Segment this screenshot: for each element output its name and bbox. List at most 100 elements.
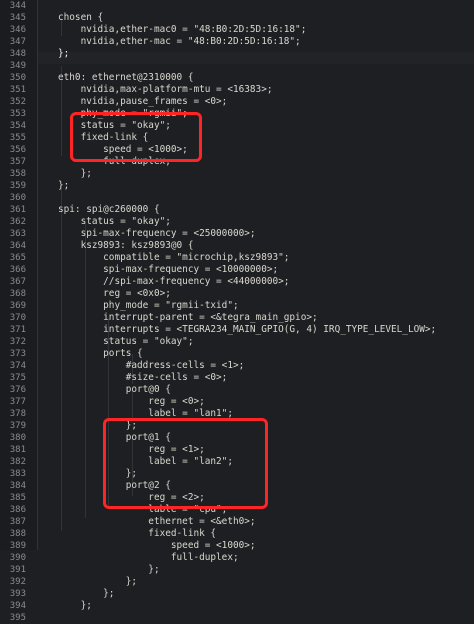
line-number: 360 (9, 193, 26, 203)
code-text: ports { (58, 348, 143, 359)
code-text: label = "lan1"; (58, 408, 233, 419)
indent-guide (37, 0, 38, 550)
code-text: nvidia,ether-mac = "48:B0:2D:5D:16:18"; (58, 36, 301, 47)
line-number: 352 (9, 97, 26, 107)
code-text: }; (58, 168, 92, 179)
current-line-highlight (38, 52, 474, 64)
line-number: 395 (9, 613, 26, 623)
code-text: spi-max-frequency = <10000000>; (58, 264, 279, 275)
line-number: 376 (9, 385, 26, 395)
line-number: 359 (9, 181, 26, 191)
code-text: chosen { (58, 12, 104, 23)
code-text: #address-cells = <1>; (58, 360, 245, 371)
code-text: nvidia,ether-mac0 = "48:B0:2D:5D:16:18"; (58, 24, 307, 35)
line-number: 357 (9, 157, 26, 167)
line-number: 391 (9, 565, 26, 575)
code-text: }; (58, 420, 138, 431)
code-text: interrupt-parent = <&tegra_main_gpio>; (58, 312, 318, 323)
code-text: spi-max-frequency = <25000000>; (58, 228, 256, 239)
line-number: 374 (9, 361, 26, 371)
line-number: 356 (9, 145, 26, 155)
code-text: //spi-max-frequency = <44000000>; (58, 276, 290, 287)
line-number: 363 (9, 229, 26, 239)
line-number: 355 (9, 133, 26, 143)
line-number: 378 (9, 409, 26, 419)
line-number: 380 (9, 433, 26, 443)
line-number: 377 (9, 397, 26, 407)
line-number: 373 (9, 349, 26, 359)
code-text: spi: spi@c260000 { (58, 204, 160, 215)
line-number: 371 (9, 325, 26, 335)
code-text: nvidia,max-platform-mtu = <16383>; (58, 84, 273, 95)
line-number: 365 (9, 253, 26, 263)
line-number: 392 (9, 577, 26, 587)
code-text: reg = <0x0>; (58, 288, 171, 299)
line-number: 389 (9, 541, 26, 551)
code-text: status = "okay"; (58, 216, 171, 227)
code-text: }; (58, 180, 70, 191)
code-text: interrupts = <TEGRA234_MAIN_GPIO(G, 4) I… (58, 324, 437, 335)
code-text: speed = <1000>; (58, 540, 256, 551)
code-text: }; (58, 600, 92, 611)
line-number: 384 (9, 481, 26, 491)
code-text: fixed-link { (58, 528, 217, 539)
line-number: 375 (9, 373, 26, 383)
code-text: #size-cells = <0>; (58, 372, 228, 383)
code-text: status = "okay"; (58, 120, 171, 131)
line-number: 372 (9, 337, 26, 347)
line-number: 362 (9, 217, 26, 227)
code-text: ksz9893: ksz9893@0 { (58, 240, 194, 251)
code-text: fixed-link { (58, 132, 149, 143)
line-number: 346 (9, 25, 26, 35)
code-text: }; (58, 564, 160, 575)
line-number: 381 (9, 445, 26, 455)
code-text: }; (58, 588, 115, 599)
line-number: 386 (9, 505, 26, 515)
code-text: eth0: ethernet@2310000 { (58, 72, 194, 83)
code-text: reg = <1>; (58, 444, 205, 455)
code-text: lable = "cpu"; (58, 504, 228, 515)
line-number: 368 (9, 289, 26, 299)
line-number: 366 (9, 265, 26, 275)
code-text: full-duplex; (58, 156, 171, 167)
code-text: phy_mode = "rgmii-txid"; (58, 300, 239, 311)
code-text: port@1 { (58, 432, 171, 443)
code-text: label = "lan2"; (58, 456, 233, 467)
code-text: phy_mode = "rgmii"; (58, 108, 188, 119)
line-number: 358 (9, 169, 26, 179)
code-text: full-duplex; (58, 552, 239, 563)
line-number: 349 (9, 61, 26, 71)
code-text: reg = <2>; (58, 492, 205, 503)
line-number: 393 (9, 589, 26, 599)
line-number: 370 (9, 313, 26, 323)
line-number: 350 (9, 73, 26, 83)
line-number: 379 (9, 421, 26, 431)
line-number: 382 (9, 457, 26, 467)
line-number: 369 (9, 301, 26, 311)
code-text: port@2 { (58, 480, 171, 491)
line-number: 353 (9, 109, 26, 119)
code-text: ethernet = <&eth0>; (58, 516, 256, 527)
code-text: }; (58, 576, 138, 587)
line-number: 354 (9, 121, 26, 131)
line-number: 388 (9, 529, 26, 539)
line-number: 347 (9, 37, 26, 47)
line-number: 364 (9, 241, 26, 251)
code-text: reg = <0>; (58, 396, 205, 407)
code-text: nvidia,pause_frames = <0>; (58, 96, 228, 107)
line-number: 345 (9, 13, 26, 23)
code-text: }; (58, 48, 70, 59)
line-number: 387 (9, 517, 26, 527)
code-editor[interactable]: 344 345 chosen { 346 nvidia,ether-mac0 = "4… (0, 0, 474, 623)
line-number: 344 (9, 1, 26, 11)
line-number: 348 (9, 49, 26, 59)
line-number: 351 (9, 85, 26, 95)
code-text: status = "okay"; (58, 336, 194, 347)
code-text: port@0 { (58, 384, 171, 395)
line-number: 385 (9, 493, 26, 503)
line-number: 394 (9, 601, 26, 611)
code-text: compatible = "microchip,ksz9893"; (58, 252, 290, 263)
line-number: 383 (9, 469, 26, 479)
line-number: 367 (9, 277, 26, 287)
code-text: }; (58, 468, 138, 479)
